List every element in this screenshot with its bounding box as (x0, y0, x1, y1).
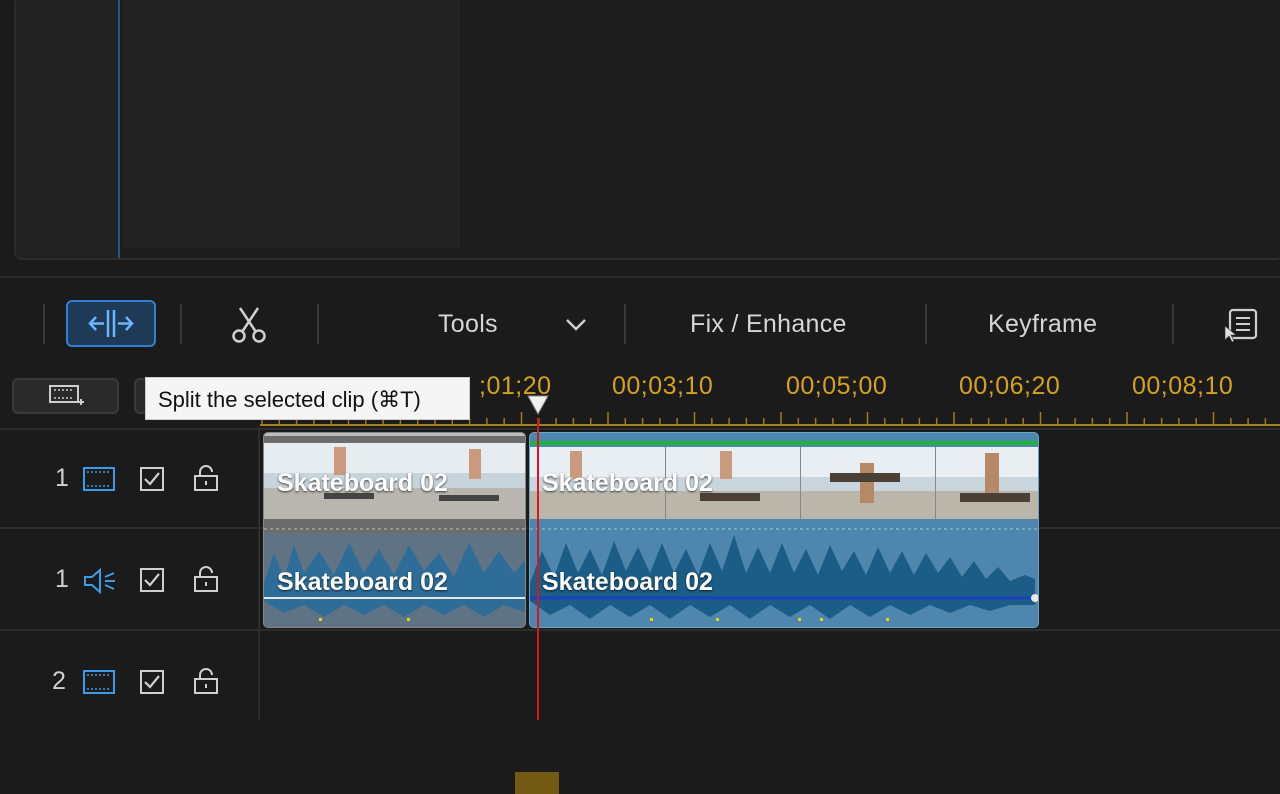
speaker-icon (84, 567, 115, 595)
track-area: 1 1 2 Skateboard 02 Skateboard 02 Skateb… (0, 428, 1280, 720)
lock-icon[interactable] (192, 667, 220, 695)
split-tooltip: Split the selected clip (⌘T) (145, 377, 470, 420)
keyframe-button[interactable]: Keyframe (988, 310, 1097, 339)
ruler-timecode: 00;03;10 (612, 372, 714, 400)
add-track-button[interactable] (12, 378, 119, 414)
track-number: 1 (55, 464, 69, 492)
lock-icon[interactable] (192, 565, 220, 593)
clip-thumbnail-strip (264, 433, 525, 627)
timeline-toolbar: Tools Fix / Enhance Keyframe (0, 290, 1280, 362)
video-clip[interactable]: Skateboard 02 Skateboard 02 (263, 432, 526, 628)
ruler-timecode: 00;06;20 (959, 372, 1061, 400)
panel-list-icon[interactable] (1222, 306, 1262, 344)
scissors-icon[interactable] (226, 304, 272, 344)
clip-title: Skateboard 02 (542, 568, 713, 596)
split-button[interactable] (66, 300, 156, 347)
clip-thumbnail-strip (530, 441, 1038, 621)
toolbar-separator (43, 304, 45, 344)
toolbar-separator (624, 304, 626, 344)
toolbar-separator (317, 304, 319, 344)
checkbox-icon[interactable] (139, 567, 165, 593)
clip-title: Skateboard 02 (542, 469, 713, 497)
clip-title: Skateboard 02 (277, 568, 448, 596)
tools-menu-button[interactable]: Tools (438, 310, 498, 339)
checkbox-icon[interactable] (139, 669, 165, 695)
playhead-handle-icon[interactable] (526, 394, 550, 418)
track-divider (0, 629, 1280, 631)
playhead-range-marker (515, 772, 559, 794)
track-number: 2 (52, 667, 66, 695)
track-number: 1 (55, 565, 69, 593)
fix-enhance-button[interactable]: Fix / Enhance (690, 310, 847, 339)
split-icon (88, 310, 134, 337)
toolbar-separator (925, 304, 927, 344)
toolbar-separator (180, 304, 182, 344)
playhead-line[interactable] (537, 418, 539, 720)
video-clip-selected[interactable]: Skateboard 02 Skateboard 02 (529, 432, 1039, 628)
video-track-icon (83, 467, 115, 491)
video-track-icon (83, 670, 115, 694)
preview-left-panel (16, 0, 118, 258)
ruler-timecode: 00;08;10 (1132, 372, 1234, 400)
chevron-down-icon[interactable] (563, 314, 589, 334)
toolbar-separator (1172, 304, 1174, 344)
ruler-timecode: 00;05;00 (786, 372, 888, 400)
track-divider (0, 428, 1280, 430)
checkbox-icon[interactable] (139, 466, 165, 492)
clip-title: Skateboard 02 (277, 469, 448, 497)
track-header-divider (258, 428, 260, 720)
preview-pane (122, 0, 460, 248)
lock-icon[interactable] (192, 464, 220, 492)
add-track-icon (49, 385, 84, 405)
preview-divider (118, 0, 120, 258)
panel-divider[interactable] (0, 276, 1280, 278)
